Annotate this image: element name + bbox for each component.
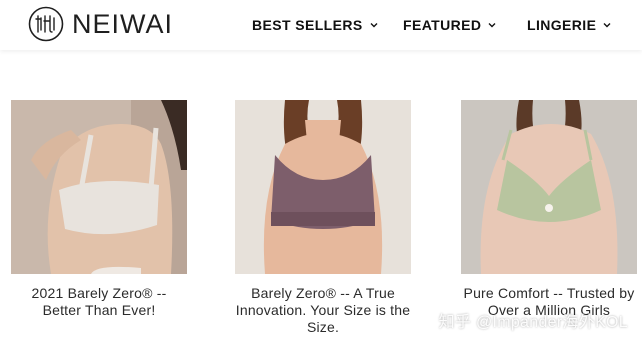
- nav-best-sellers[interactable]: BEST SELLERS: [252, 17, 378, 33]
- brand-logo[interactable]: NEIWAI: [28, 6, 173, 42]
- product-card[interactable]: Barely Zero® -- A True Innovation. Your …: [235, 100, 411, 346]
- chevron-down-icon: [488, 23, 496, 28]
- nav-label: FEATURED: [403, 17, 482, 33]
- product-image[interactable]: [11, 100, 187, 274]
- product-image[interactable]: [461, 100, 637, 274]
- chevron-down-icon: [603, 23, 611, 28]
- brand-name: NEIWAI: [72, 9, 174, 39]
- product-card[interactable]: 2021 Barely Zero® -- Better Than Ever!: [11, 100, 187, 346]
- product-title[interactable]: Barely Zero® -- A True Innovation. Your …: [235, 285, 411, 336]
- nav-featured[interactable]: FEATURED: [403, 17, 496, 33]
- logo-mark-icon: [28, 6, 64, 42]
- nav-lingerie[interactable]: LINGERIE: [527, 17, 611, 33]
- product-image[interactable]: [235, 100, 411, 274]
- nav-label: BEST SELLERS: [252, 17, 363, 33]
- watermark-text: 知乎 @Impander海外KOL: [438, 314, 628, 331]
- nav-label: LINGERIE: [527, 17, 597, 33]
- chevron-down-icon: [370, 23, 378, 28]
- site-header: NEIWAI BEST SELLERS FEATURED LINGERIE: [0, 0, 642, 50]
- product-title[interactable]: 2021 Barely Zero® -- Better Than Ever!: [11, 285, 187, 319]
